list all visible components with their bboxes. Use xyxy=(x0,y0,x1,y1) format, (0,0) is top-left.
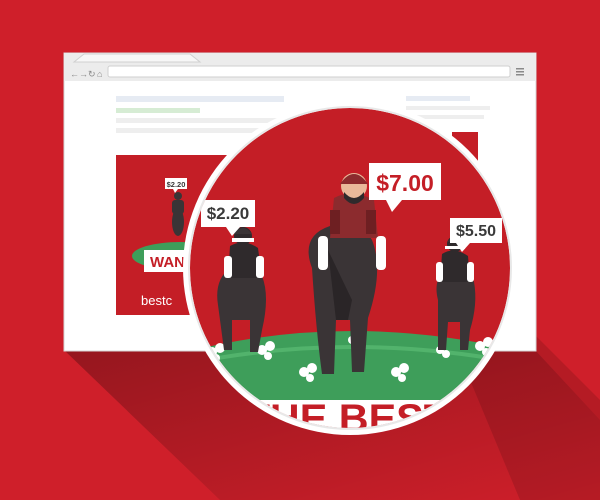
back-icon[interactable]: ← xyxy=(70,69,79,79)
content-line xyxy=(116,118,290,123)
content-line xyxy=(116,108,200,113)
forward-icon[interactable]: → xyxy=(79,69,88,79)
nav-controls: ← → ↻ ⌂ xyxy=(70,69,102,79)
content-line xyxy=(406,96,470,101)
content-line xyxy=(116,96,284,102)
odds-label-center: $7.00 xyxy=(376,170,434,196)
small-ad-headline: WAN xyxy=(150,254,185,271)
address-bar[interactable] xyxy=(107,65,511,78)
content-line xyxy=(406,106,490,110)
scene: ← → ↻ ⌂ $2.20 WAN bestc $2.20 $7.00 $5.5… xyxy=(0,0,600,500)
browser-tab[interactable] xyxy=(72,53,202,63)
hamburger-menu-icon[interactable] xyxy=(516,68,524,76)
odds-label-left: $2.20 xyxy=(207,204,250,223)
reload-icon[interactable]: ↻ xyxy=(88,69,96,79)
home-icon[interactable]: ⌂ xyxy=(97,69,102,79)
small-ad-brand: bestc xyxy=(141,293,173,308)
odds-label-right: $5.50 xyxy=(456,223,496,240)
small-ad-odds-label: $2.20 xyxy=(167,180,186,189)
